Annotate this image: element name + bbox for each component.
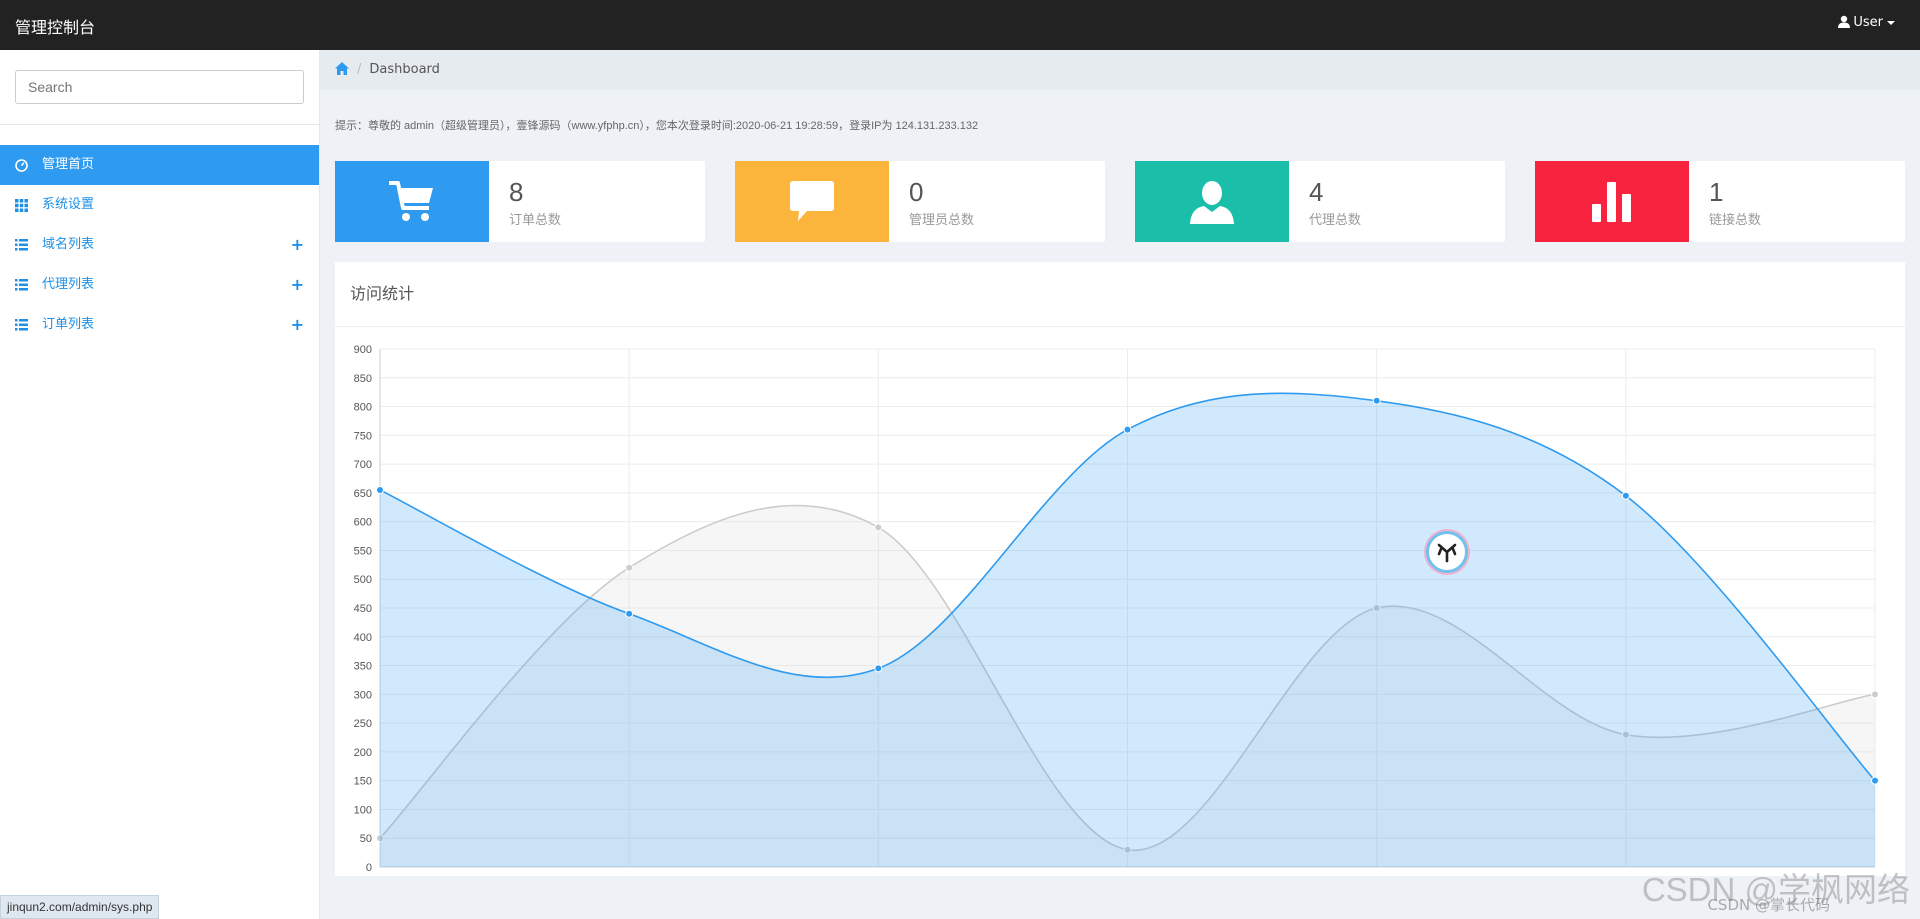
series-0-point bbox=[874, 523, 883, 532]
expand-plus-icon[interactable]: + bbox=[291, 305, 304, 345]
stat-value: 8 bbox=[509, 177, 524, 207]
list-icon bbox=[15, 279, 28, 291]
stat-value: 1 bbox=[1709, 177, 1724, 207]
user-icon bbox=[1190, 180, 1234, 224]
breadcrumb-separator: / bbox=[357, 62, 362, 77]
sidebar-item-label: 代理列表 bbox=[42, 277, 95, 292]
sidebar-item-label: 订单列表 bbox=[42, 317, 95, 332]
assistant-glyph-icon bbox=[1437, 543, 1457, 563]
stat-value: 0 bbox=[909, 177, 924, 207]
sidebar-item-agents[interactable]: 代理列表 + bbox=[0, 265, 319, 305]
caret-down-icon bbox=[1887, 20, 1895, 25]
app-title[interactable]: 管理控制台 bbox=[15, 14, 95, 38]
y-tick-label: 450 bbox=[354, 603, 372, 615]
stat-icon-box bbox=[1535, 161, 1689, 242]
y-tick-label: 100 bbox=[354, 804, 372, 816]
sidebar-item-label: 域名列表 bbox=[42, 237, 95, 252]
y-tick-label: 800 bbox=[354, 402, 372, 414]
sidebar-item-label: 管理首页 bbox=[42, 157, 95, 172]
y-tick-label: 750 bbox=[354, 430, 372, 442]
series-0-point bbox=[625, 563, 634, 572]
stat-label: 链接总数 bbox=[1709, 213, 1762, 228]
y-tick-label: 900 bbox=[354, 344, 372, 356]
stat-card-orders[interactable]: 8 订单总数 bbox=[335, 161, 705, 242]
stat-label: 代理总数 bbox=[1309, 213, 1362, 228]
stat-card-links[interactable]: 1 链接总数 bbox=[1535, 161, 1905, 242]
series-1-point bbox=[1123, 425, 1132, 434]
expand-plus-icon[interactable]: + bbox=[291, 265, 304, 305]
y-tick-label: 600 bbox=[354, 517, 372, 529]
series-1-point bbox=[1372, 396, 1381, 405]
y-tick-label: 700 bbox=[354, 459, 372, 471]
sidebar-item-label: 系统设置 bbox=[42, 197, 95, 212]
list-icon bbox=[15, 319, 28, 331]
stat-icon-box bbox=[1135, 161, 1289, 242]
dashboard-icon bbox=[15, 159, 28, 172]
visit-stats-panel: 访问统计 0 50 100 150 200 250 300 350 400 450 500 550 60… bbox=[335, 262, 1905, 876]
list-icon bbox=[15, 239, 28, 251]
user-menu-label: User bbox=[1853, 15, 1883, 30]
sidebar-search bbox=[0, 50, 319, 125]
y-tick-label: 650 bbox=[354, 488, 372, 500]
cart-icon bbox=[389, 180, 433, 221]
y-tick-label: 400 bbox=[354, 632, 372, 644]
y-tick-label: 150 bbox=[354, 776, 372, 788]
user-icon bbox=[1838, 15, 1851, 28]
y-tick-label: 300 bbox=[354, 689, 372, 701]
bar-chart-icon bbox=[1592, 181, 1631, 222]
home-icon[interactable] bbox=[335, 62, 349, 75]
y-tick-label: 850 bbox=[354, 373, 372, 385]
y-tick-label: 50 bbox=[360, 833, 372, 845]
sidebar-item-home[interactable]: 管理首页 bbox=[0, 145, 319, 185]
series-1-point bbox=[874, 664, 883, 673]
stat-card-admins[interactable]: 0 管理员总数 bbox=[735, 161, 1105, 242]
login-notice: 提示：尊敬的 admin（超级管理员），壹锋源码（www.yfphp.cn），您… bbox=[335, 120, 979, 132]
stat-label: 管理员总数 bbox=[909, 213, 975, 228]
y-tick-label: 550 bbox=[354, 545, 372, 557]
series-0-point bbox=[1871, 690, 1879, 699]
series-1-point bbox=[625, 609, 634, 618]
top-navbar: 管理控制台 User bbox=[0, 0, 1920, 50]
floating-assistant-icon[interactable] bbox=[1426, 531, 1468, 573]
y-tick-label: 350 bbox=[354, 661, 372, 673]
status-bar-url: jinqun2.com/admin/sys.php bbox=[0, 895, 160, 919]
series-1-point bbox=[1621, 491, 1630, 500]
sidebar-item-settings[interactable]: 系统设置 bbox=[0, 185, 319, 225]
expand-plus-icon[interactable]: + bbox=[291, 225, 304, 265]
panel-title: 访问统计 bbox=[335, 262, 1905, 327]
watermark-sub: CSDN @掌长代码 bbox=[1707, 896, 1830, 914]
search-input[interactable] bbox=[15, 70, 304, 104]
y-tick-label: 500 bbox=[354, 574, 372, 586]
stat-value: 4 bbox=[1309, 177, 1324, 207]
sidebar: 管理首页 系统设置 域名列表 + 代理列表 bbox=[0, 50, 320, 919]
series-1-point bbox=[376, 486, 384, 495]
comment-icon bbox=[790, 180, 834, 221]
y-tick-label: 250 bbox=[354, 718, 372, 730]
sidebar-nav: 管理首页 系统设置 域名列表 + 代理列表 + 订单列表 + bbox=[0, 145, 319, 345]
sidebar-item-orders[interactable]: 订单列表 + bbox=[0, 305, 319, 345]
stat-icon-box bbox=[335, 161, 489, 242]
breadcrumb: / Dashboard bbox=[320, 50, 1920, 90]
stat-icon-box bbox=[735, 161, 889, 242]
y-tick-label: 200 bbox=[354, 747, 372, 759]
stat-card-agents[interactable]: 4 代理总数 bbox=[1135, 161, 1505, 242]
user-menu[interactable]: User bbox=[1838, 15, 1895, 30]
stat-label: 订单总数 bbox=[509, 213, 562, 228]
visit-stats-chart: 0 50 100 150 200 250 300 350 400 450 500 550 600 650 7… bbox=[354, 344, 1879, 874]
series-1-point bbox=[1871, 776, 1879, 785]
y-tick-label: 0 bbox=[366, 862, 372, 874]
breadcrumb-current: Dashboard bbox=[369, 62, 440, 77]
sidebar-item-domains[interactable]: 域名列表 + bbox=[0, 225, 319, 265]
grid-icon bbox=[15, 199, 28, 212]
